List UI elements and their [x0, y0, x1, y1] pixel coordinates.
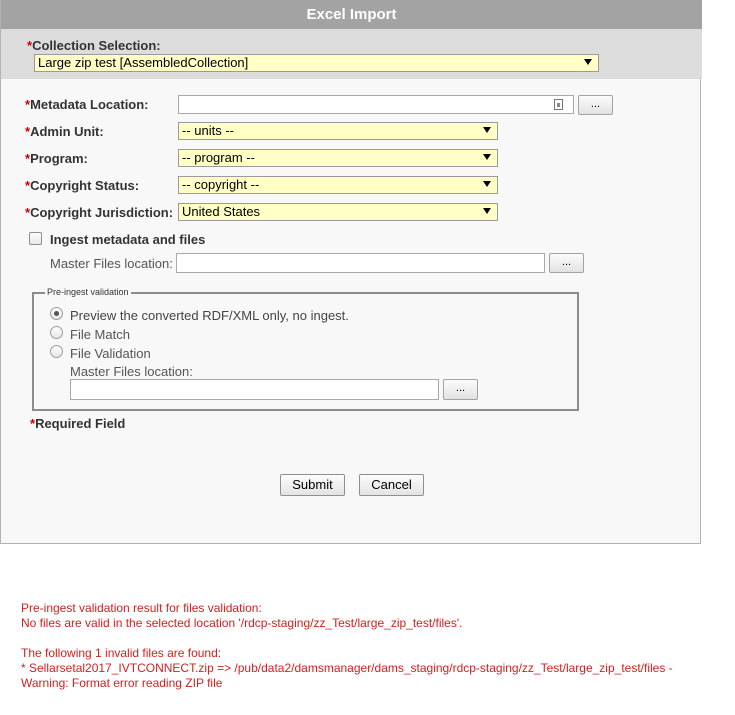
required-field-note: *Required Field [30, 416, 126, 431]
program-select[interactable]: -- program -- [178, 149, 498, 167]
radio-file-validation[interactable] [50, 345, 63, 358]
result-heading: Pre-ingest validation result for files v… [21, 601, 262, 615]
result-invalid-count: The following 1 invalid files are found: [21, 646, 222, 660]
chevron-down-icon [584, 59, 592, 65]
result-warning: Warning: Format error reading ZIP file [21, 676, 223, 690]
panel-title: Excel Import [1, 0, 702, 29]
result-invalid-file: * Sellarsetal2017_IVTCONNECT.zip => /pub… [21, 661, 673, 675]
radio-file-validation-label: File Validation [70, 346, 151, 361]
collection-selection-label: *Collection Selection: [27, 38, 161, 53]
metadata-location-label: *Metadata Location: [25, 97, 149, 112]
ingest-checkbox[interactable] [29, 232, 42, 245]
chevron-down-icon [483, 154, 491, 160]
master-files-label: Master Files location: [50, 256, 173, 271]
validation-master-files-browse-button[interactable]: ... [443, 379, 478, 400]
collection-select[interactable]: Large zip test [AssembledCollection] [34, 54, 599, 72]
radio-file-match-label: File Match [70, 327, 130, 342]
chevron-down-icon [483, 127, 491, 133]
master-files-browse-button[interactable]: ... [549, 253, 584, 273]
copyright-jurisdiction-select[interactable]: United States [178, 203, 498, 221]
admin-unit-label: *Admin Unit: [25, 124, 104, 139]
radio-file-match[interactable] [50, 326, 63, 339]
metadata-location-input[interactable] [178, 95, 574, 114]
copyright-status-label: *Copyright Status: [25, 178, 140, 193]
chevron-down-icon [483, 208, 491, 214]
copyright-jurisdiction-label: *Copyright Jurisdiction: [25, 205, 174, 220]
validation-master-files-label: Master Files location: [70, 364, 193, 379]
result-no-valid-files: No files are valid in the selected locat… [21, 616, 463, 630]
file-picker-icon[interactable] [554, 99, 563, 110]
pre-ingest-legend: Pre-ingest validation [45, 287, 131, 297]
copyright-status-select[interactable]: -- copyright -- [178, 176, 498, 194]
program-label: *Program: [25, 151, 88, 166]
radio-preview-rdf-label: Preview the converted RDF/XML only, no i… [70, 308, 349, 323]
cancel-button[interactable]: Cancel [359, 474, 424, 496]
chevron-down-icon [483, 181, 491, 187]
admin-unit-select[interactable]: -- units -- [178, 122, 498, 140]
radio-preview-rdf[interactable] [50, 307, 63, 320]
metadata-location-browse-button[interactable]: ... [578, 95, 613, 115]
master-files-input[interactable] [176, 253, 545, 273]
submit-button[interactable]: Submit [280, 474, 345, 496]
validation-master-files-input[interactable] [70, 379, 439, 400]
excel-import-panel: Excel Import *Collection Selection: Larg… [0, 0, 702, 544]
ingest-label: Ingest metadata and files [50, 232, 206, 247]
